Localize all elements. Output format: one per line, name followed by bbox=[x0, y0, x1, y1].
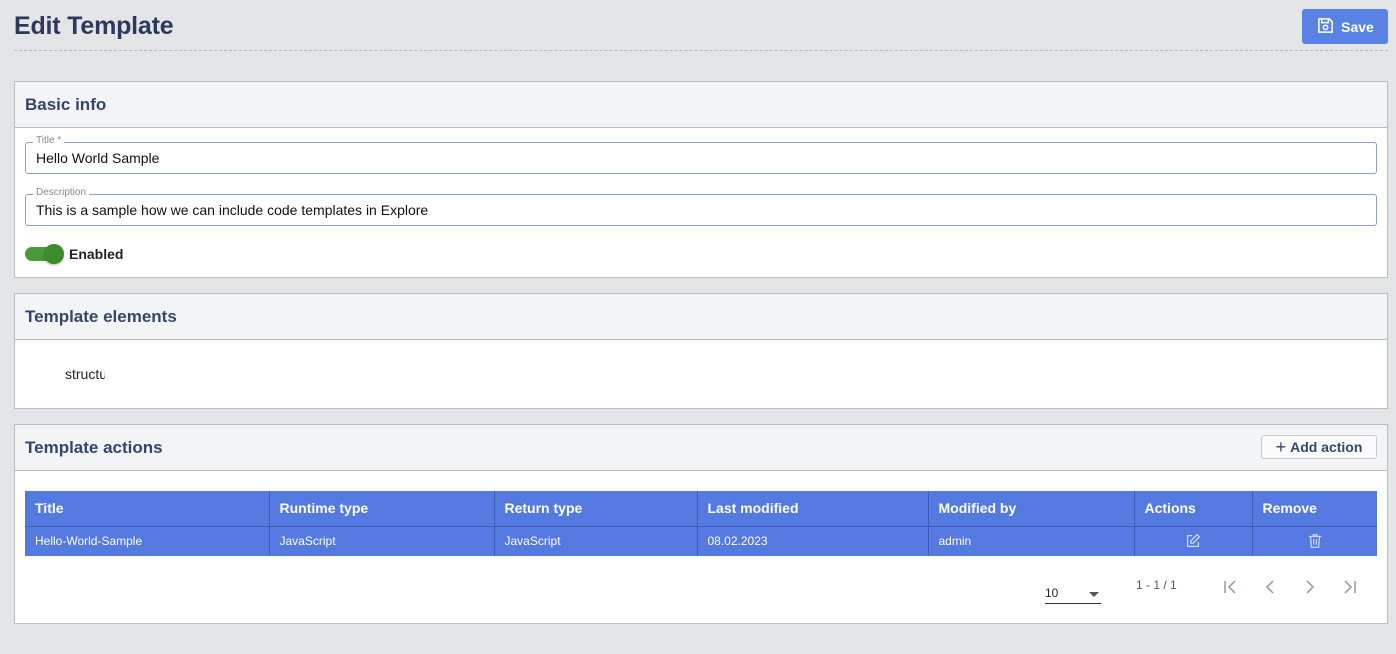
template-elements-header: Template elements bbox=[15, 294, 1387, 340]
save-button-label: Save bbox=[1341, 18, 1374, 35]
column-header-last-modified[interactable]: Last modified bbox=[697, 491, 929, 527]
toggle-switch[interactable] bbox=[25, 244, 64, 264]
cell-remove bbox=[1252, 526, 1377, 556]
basic-info-header: Basic info bbox=[15, 82, 1387, 128]
column-header-actions: Actions bbox=[1134, 491, 1253, 527]
cell-actions bbox=[1134, 526, 1253, 556]
add-action-label: Add action bbox=[1290, 439, 1363, 455]
cell-last-modified: 08.02.2023 bbox=[697, 526, 929, 556]
last-page-icon[interactable] bbox=[1338, 575, 1362, 599]
plus-icon: + bbox=[1275, 437, 1287, 457]
description-field[interactable]: Description bbox=[25, 187, 1377, 226]
table-header-row: Title Runtime type Return type Last modi… bbox=[25, 491, 1377, 527]
enabled-label: Enabled bbox=[69, 246, 124, 262]
template-actions-card: Template actions + Add action Title Runt… bbox=[14, 424, 1388, 624]
pagination: 10 1 - 1 / 1 bbox=[1045, 575, 1385, 605]
page-size-value: 10 bbox=[1045, 586, 1059, 600]
column-header-modified-by[interactable]: Modified by bbox=[928, 491, 1135, 527]
floppy-disk-icon bbox=[1316, 16, 1335, 38]
first-page-icon[interactable] bbox=[1218, 575, 1242, 599]
cell-return-type: JavaScript bbox=[494, 526, 698, 556]
basic-info-title: Basic info bbox=[25, 94, 107, 114]
cell-modified-by: admin bbox=[928, 526, 1135, 556]
table-row[interactable]: Hello-World-Sample JavaScript JavaScript… bbox=[25, 526, 1377, 556]
basic-info-card: Basic info Title * Description Enabled bbox=[14, 81, 1388, 278]
caret-down-icon bbox=[1089, 592, 1099, 597]
cell-runtime-type: JavaScript bbox=[269, 526, 495, 556]
title-input[interactable] bbox=[26, 143, 1376, 173]
column-header-remove: Remove bbox=[1252, 491, 1377, 527]
trash-icon[interactable] bbox=[1306, 533, 1324, 549]
title-field[interactable]: Title * bbox=[25, 135, 1377, 174]
enabled-toggle[interactable]: Enabled bbox=[25, 244, 124, 264]
cell-title: Hello-World-Sample bbox=[25, 526, 270, 556]
page-size-select[interactable]: 10 bbox=[1045, 584, 1101, 604]
save-button[interactable]: Save bbox=[1302, 9, 1388, 44]
template-elements-content: structure bbox=[65, 366, 105, 382]
description-input[interactable] bbox=[26, 195, 1376, 225]
template-actions-title: Template actions bbox=[25, 437, 163, 457]
template-actions-header: Template actions + Add action bbox=[15, 425, 1387, 471]
page-title: Edit Template bbox=[14, 12, 174, 40]
column-header-title[interactable]: Title bbox=[25, 491, 270, 527]
add-action-button[interactable]: + Add action bbox=[1261, 435, 1377, 459]
column-header-runtime-type[interactable]: Runtime type bbox=[269, 491, 495, 527]
next-page-icon[interactable] bbox=[1298, 575, 1322, 599]
page-range: 1 - 1 / 1 bbox=[1136, 578, 1177, 592]
edit-icon[interactable] bbox=[1184, 533, 1202, 548]
toggle-knob bbox=[44, 244, 64, 264]
previous-page-icon[interactable] bbox=[1258, 575, 1282, 599]
actions-table: Title Runtime type Return type Last modi… bbox=[25, 491, 1377, 556]
template-elements-card: Template elements structure bbox=[14, 293, 1388, 409]
column-header-return-type[interactable]: Return type bbox=[494, 491, 698, 527]
template-elements-title: Template elements bbox=[25, 306, 177, 326]
page-header: Edit Template Save bbox=[14, 0, 1388, 51]
